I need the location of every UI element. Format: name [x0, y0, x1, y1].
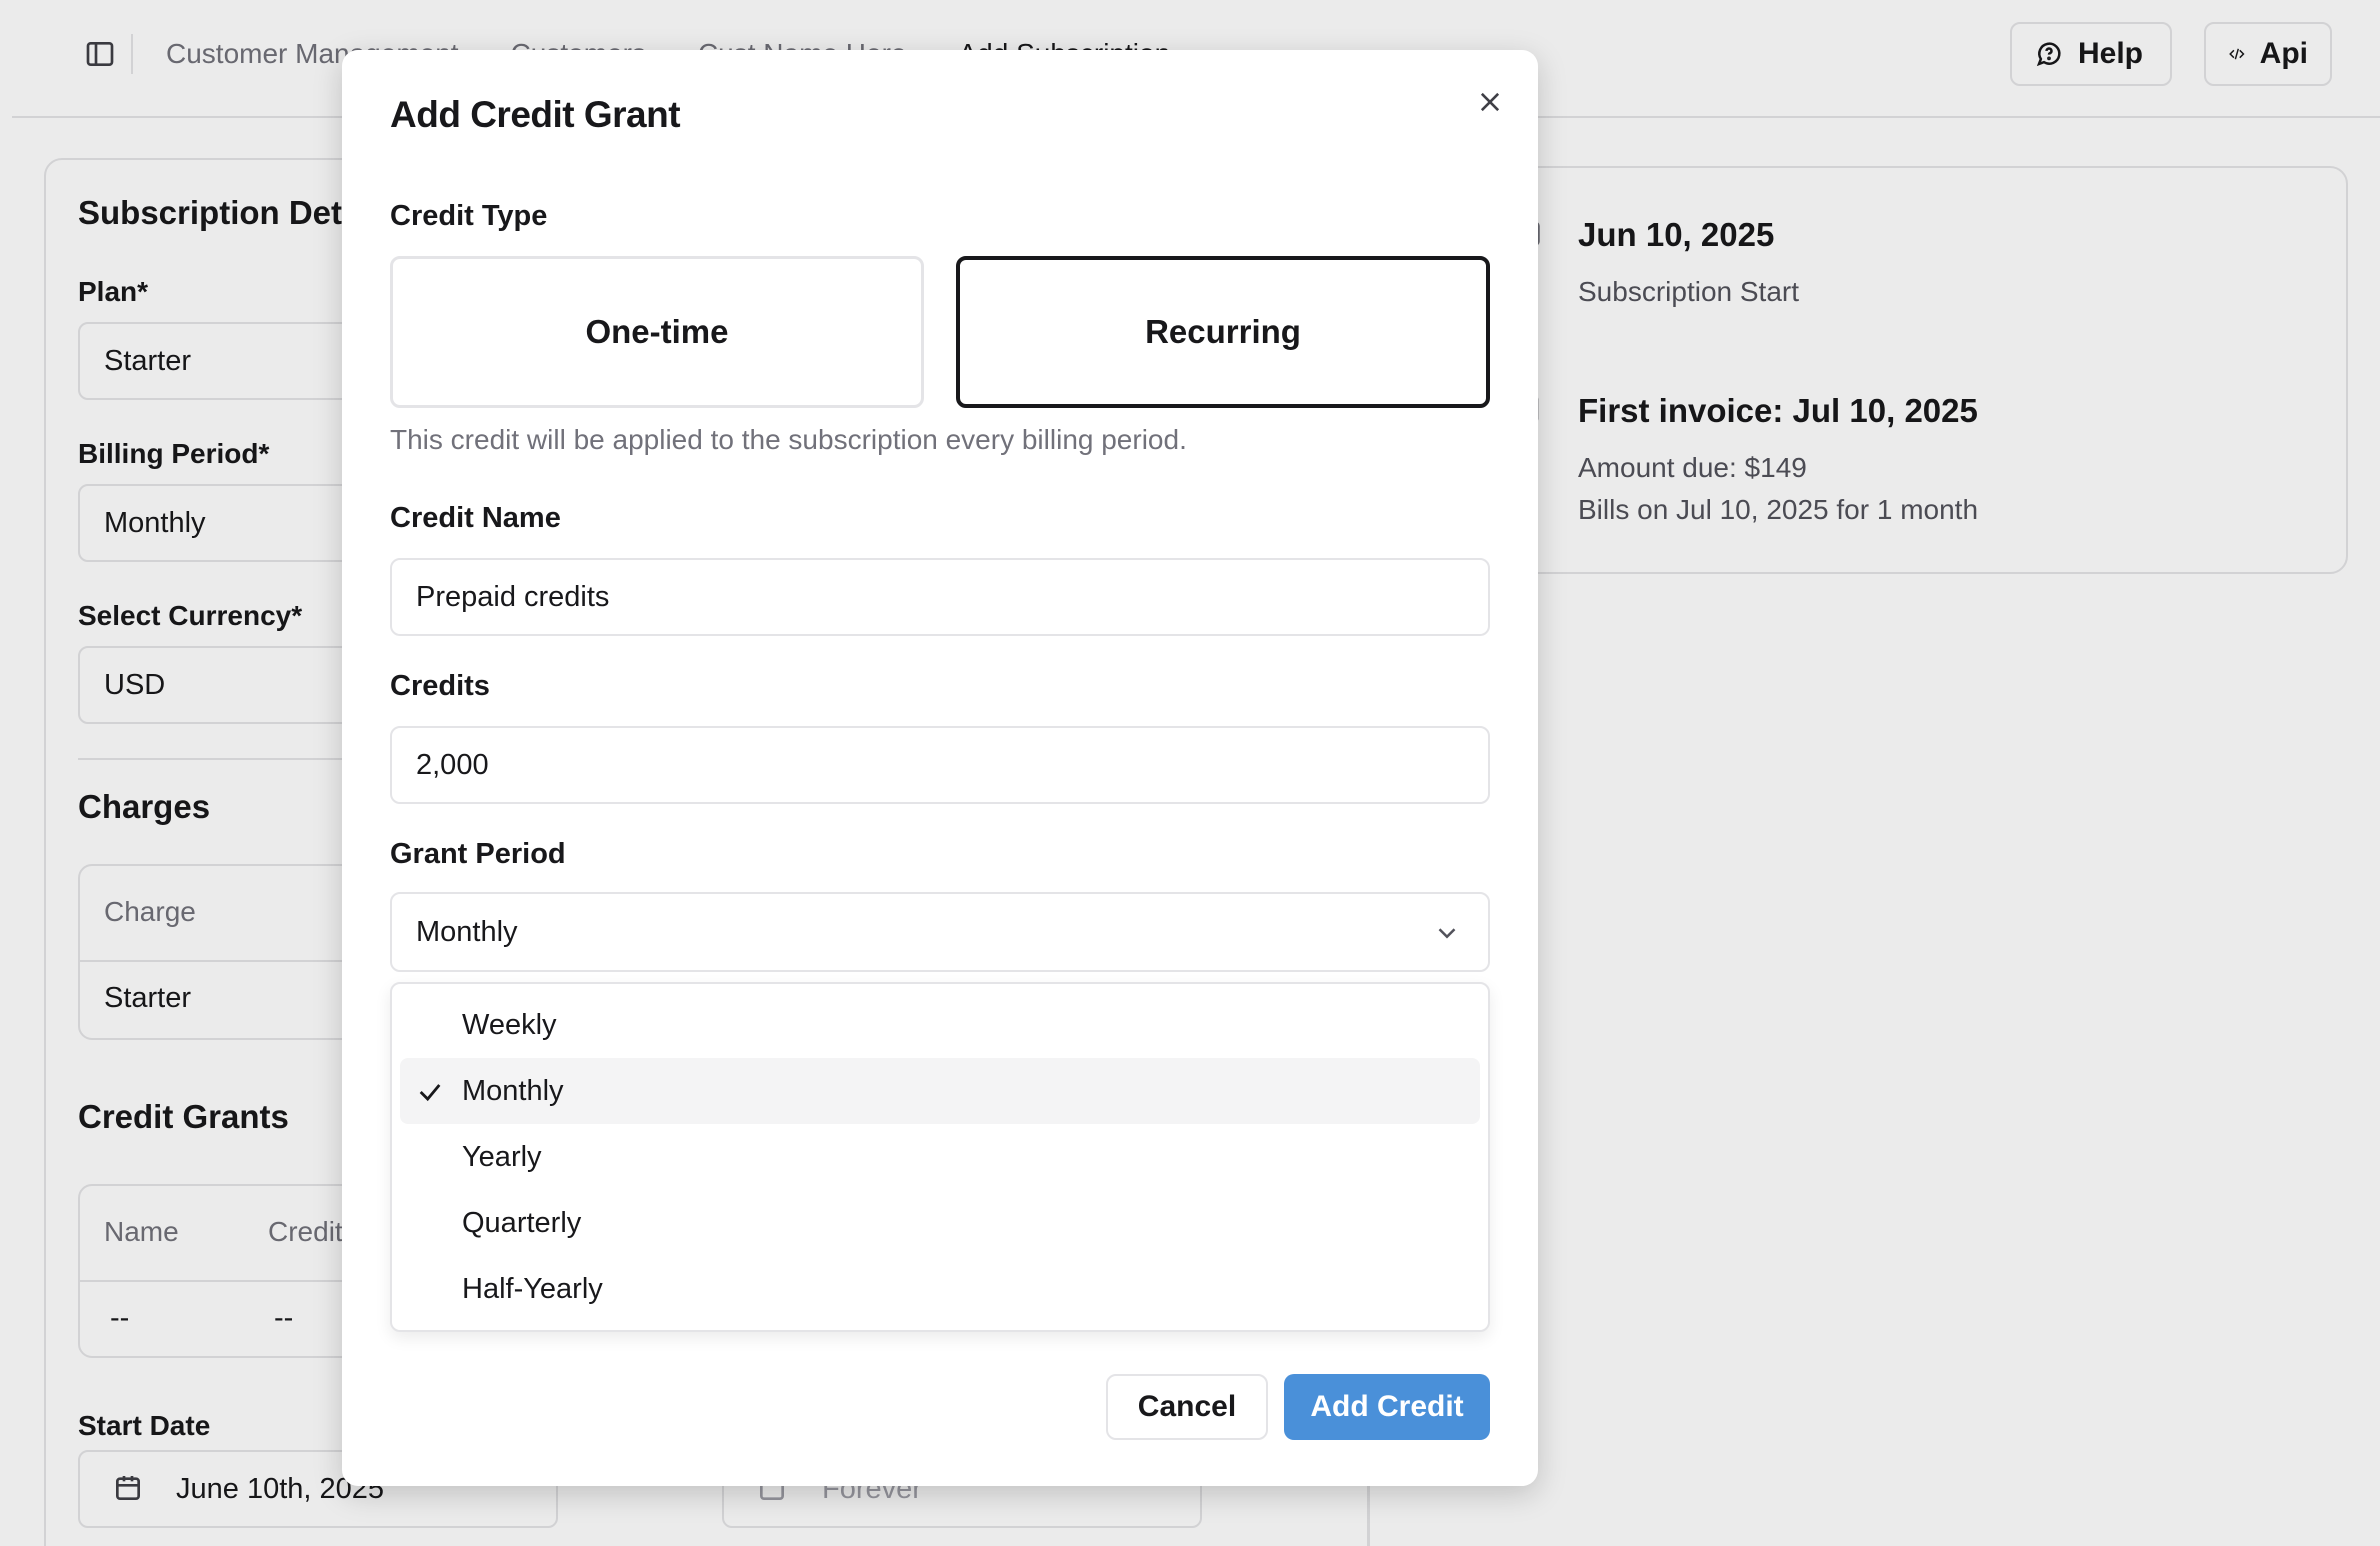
- grant-period-selected-value: Monthly: [416, 915, 518, 948]
- credit-type-help-text: This credit will be applied to the subsc…: [390, 424, 1187, 455]
- close-icon: [1480, 92, 1500, 112]
- grant-period-select[interactable]: Monthly: [390, 892, 1490, 972]
- grant-period-label: Grant Period: [390, 838, 566, 870]
- cancel-button[interactable]: Cancel: [1106, 1374, 1268, 1440]
- add-credit-grant-dialog: Add Credit Grant Credit Type One-time Re…: [342, 50, 1538, 1486]
- credit-name-input[interactable]: Prepaid credits: [390, 558, 1490, 636]
- option-label: Weekly: [462, 1008, 557, 1041]
- credits-label: Credits: [390, 670, 490, 702]
- chevron-down-icon: [1438, 928, 1456, 939]
- add-credit-button[interactable]: Add Credit: [1284, 1374, 1490, 1440]
- option-label: Quarterly: [462, 1206, 582, 1239]
- credit-type-recurring-option[interactable]: Recurring: [956, 256, 1490, 408]
- check-icon: [419, 1084, 441, 1102]
- credit-name-label: Credit Name: [390, 502, 561, 534]
- grant-period-option-yearly[interactable]: Yearly: [400, 1124, 1480, 1190]
- grant-period-dropdown: Weekly Monthly Yearly Quarterly Half-Yea…: [390, 982, 1490, 1332]
- grant-period-option-quarterly[interactable]: Quarterly: [400, 1190, 1480, 1256]
- credit-type-label: Credit Type: [390, 200, 548, 232]
- close-button[interactable]: [1468, 80, 1512, 124]
- option-label: Yearly: [462, 1140, 542, 1173]
- credits-input[interactable]: 2,000: [390, 726, 1490, 804]
- credit-type-one-time-option[interactable]: One-time: [390, 256, 924, 408]
- page: Customer Management › Customers › Cust N…: [0, 0, 2380, 1546]
- grant-period-option-monthly[interactable]: Monthly: [400, 1058, 1480, 1124]
- grant-period-option-half-yearly[interactable]: Half-Yearly: [400, 1256, 1480, 1322]
- option-label: Half-Yearly: [462, 1272, 603, 1305]
- grant-period-option-weekly[interactable]: Weekly: [400, 992, 1480, 1058]
- dialog-title: Add Credit Grant: [390, 94, 681, 135]
- option-label: Monthly: [462, 1074, 564, 1107]
